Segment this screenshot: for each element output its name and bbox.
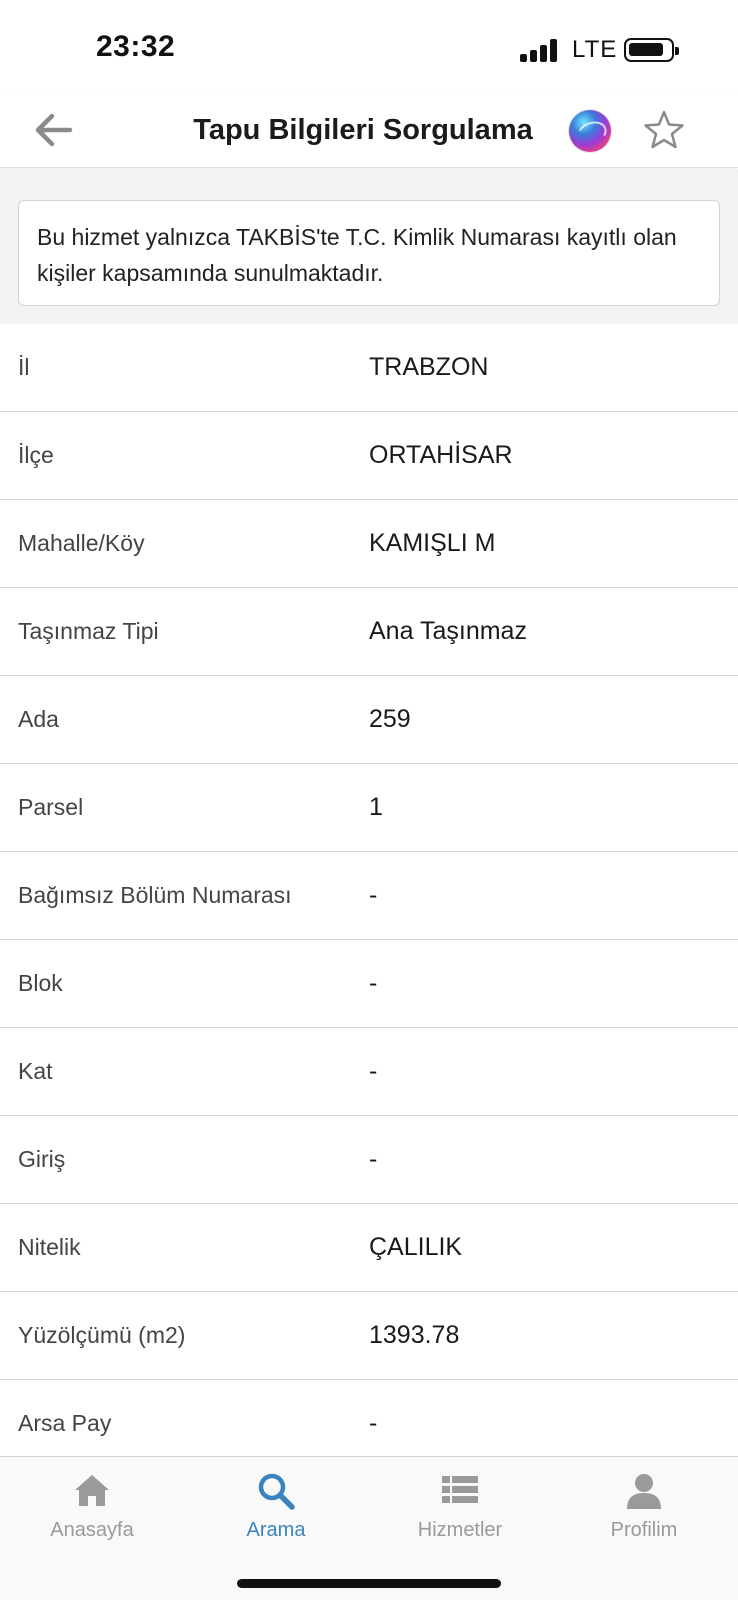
detail-value: TRABZON <box>369 353 489 381</box>
detail-row-ilce: İlçe ORTAHİSAR <box>0 412 738 500</box>
detail-row-tasinmaz-tipi: Taşınmaz Tipi Ana Taşınmaz <box>0 588 738 676</box>
detail-label: Kat <box>18 1058 53 1084</box>
search-icon <box>256 1471 296 1511</box>
tab-bar: Anasayfa Arama Hizmetler Profilim <box>0 1456 738 1600</box>
detail-value: - <box>369 1409 378 1437</box>
status-bar: 23:32 LTE <box>0 0 738 96</box>
detail-value: - <box>369 969 378 997</box>
home-icon <box>72 1471 112 1511</box>
tab-label: Arama <box>246 1519 306 1541</box>
detail-value: - <box>369 1057 378 1085</box>
detail-value: 1 <box>369 793 383 821</box>
detail-label: Ada <box>18 706 59 732</box>
detail-label: İl <box>18 354 30 380</box>
notice-box: Bu hizmet yalnızca TAKBİS'te T.C. Kimlik… <box>18 200 720 306</box>
detail-label: Nitelik <box>18 1234 81 1260</box>
nav-bar: Tapu Bilgileri Sorgulama <box>0 96 738 168</box>
tab-arama[interactable]: Arama <box>184 1457 368 1557</box>
detail-value: Ana Taşınmaz <box>369 617 527 645</box>
detail-value: 259 <box>369 705 411 733</box>
tab-hizmetler[interactable]: Hizmetler <box>368 1457 552 1557</box>
status-time: 23:32 <box>96 30 176 63</box>
tab-profilim[interactable]: Profilim <box>552 1457 736 1557</box>
detail-value: ORTAHİSAR <box>369 441 513 469</box>
detail-row-giris: Giriş - <box>0 1116 738 1204</box>
detail-value: KAMIŞLI M <box>369 529 496 557</box>
detail-row-mahalle: Mahalle/Köy KAMIŞLI M <box>0 500 738 588</box>
detail-label: İlçe <box>18 442 54 468</box>
tab-label: Anasayfa <box>50 1519 134 1541</box>
detail-row-ada: Ada 259 <box>0 676 738 764</box>
detail-label: Giriş <box>18 1146 66 1172</box>
detail-row-kat: Kat - <box>0 1028 738 1116</box>
tab-label: Profilim <box>610 1519 678 1541</box>
detail-value: ÇALILIK <box>369 1233 463 1261</box>
detail-value: 1393.78 <box>369 1321 460 1349</box>
detail-label: Parsel <box>18 794 84 820</box>
siri-icon[interactable] <box>569 110 611 152</box>
detail-label: Taşınmaz Tipi <box>18 618 159 644</box>
network-type: LTE <box>572 36 618 63</box>
detail-row-parsel: Parsel 1 <box>0 764 738 852</box>
home-indicator[interactable] <box>237 1579 501 1588</box>
signal-icon <box>520 38 560 62</box>
detail-row-il: İl TRABZON <box>0 324 738 412</box>
details-list: İl TRABZON İlçe ORTAHİSAR Mahalle/Köy KA… <box>0 324 738 1468</box>
detail-value: - <box>369 881 378 909</box>
page-title: Tapu Bilgileri Sorgulama <box>193 114 533 146</box>
detail-label: Blok <box>18 970 63 996</box>
detail-label: Bağımsız Bölüm Numarası <box>18 882 292 908</box>
detail-row-yuzolcumu: Yüzölçümü (m2) 1393.78 <box>0 1292 738 1380</box>
detail-label: Arsa Pay <box>18 1410 112 1436</box>
detail-value: - <box>369 1145 378 1173</box>
battery-icon <box>624 38 679 62</box>
detail-row-arsa-pay: Arsa Pay - <box>0 1380 738 1468</box>
tab-label: Hizmetler <box>417 1519 503 1541</box>
star-icon[interactable] <box>642 108 686 152</box>
list-icon <box>440 1471 480 1511</box>
notice-section: Bu hizmet yalnızca TAKBİS'te T.C. Kimlik… <box>0 169 738 324</box>
detail-label: Yüzölçümü (m2) <box>18 1322 186 1348</box>
detail-row-blok: Blok - <box>0 940 738 1028</box>
detail-row-bagimsiz-bolum: Bağımsız Bölüm Numarası - <box>0 852 738 940</box>
detail-row-nitelik: Nitelik ÇALILIK <box>0 1204 738 1292</box>
tab-anasayfa[interactable]: Anasayfa <box>0 1457 184 1557</box>
person-icon <box>624 1471 664 1511</box>
detail-label: Mahalle/Köy <box>18 530 145 556</box>
